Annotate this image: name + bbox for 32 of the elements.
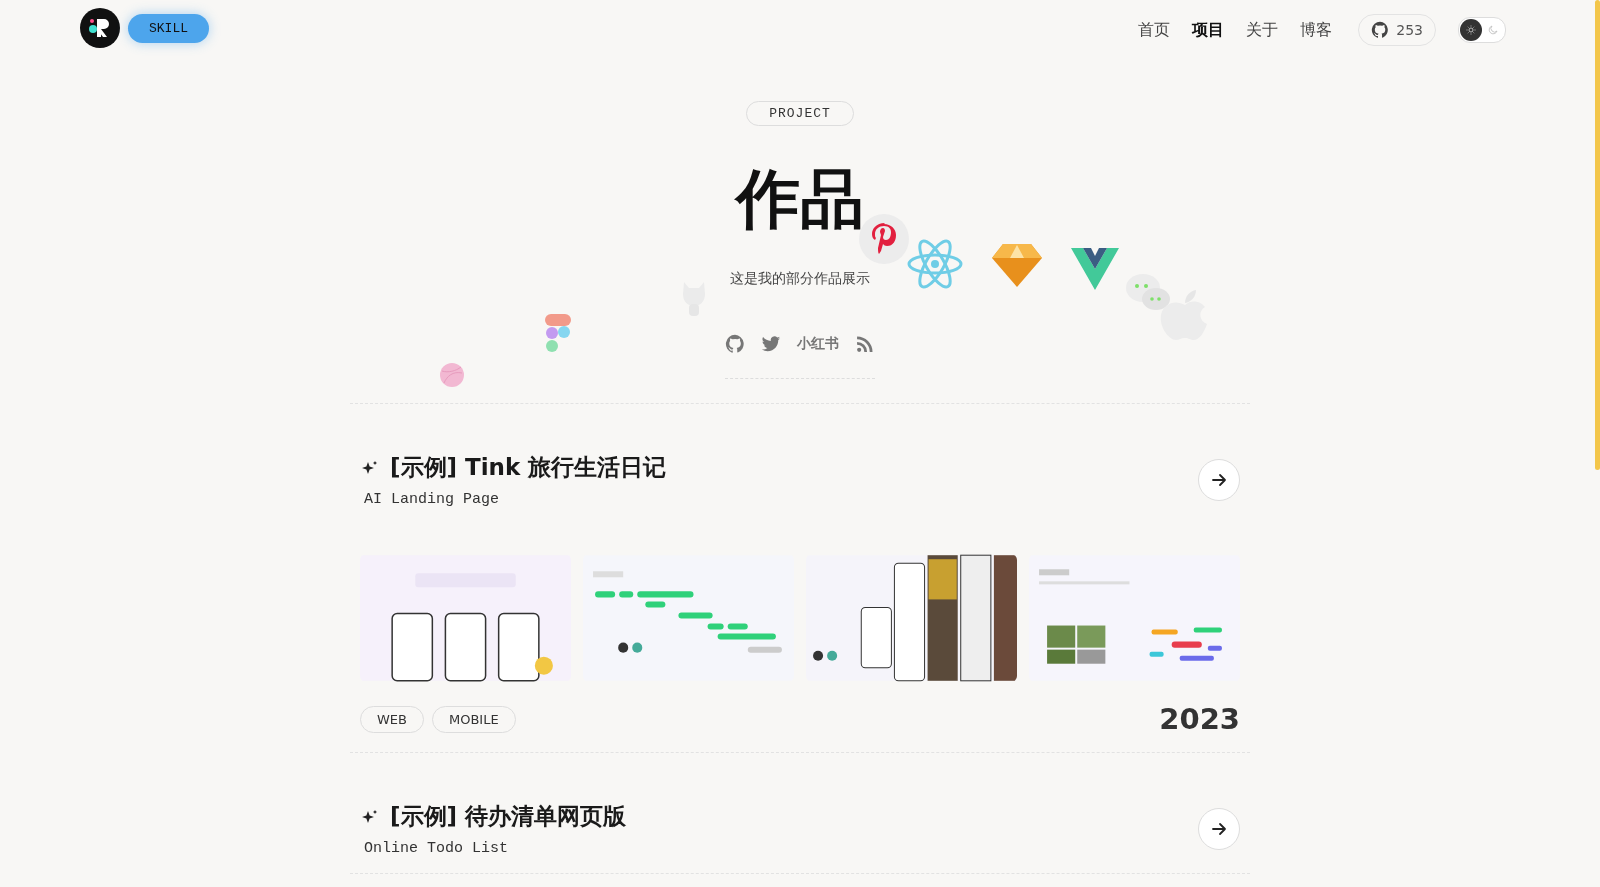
open-project-button[interactable] <box>1198 459 1240 502</box>
nav-link[interactable]: 首页 <box>1138 19 1171 41</box>
diamond-icon <box>991 242 1043 288</box>
rss-icon[interactable] <box>855 334 875 355</box>
sparkle-icon <box>360 459 378 476</box>
v-shape-icon <box>1070 246 1120 292</box>
open-project-button[interactable] <box>1198 808 1240 851</box>
nav-link[interactable]: 关于 <box>1246 19 1279 41</box>
ball-icon <box>439 362 465 388</box>
theme-toggle[interactable] <box>1458 17 1506 43</box>
github-icon <box>1371 21 1390 39</box>
project-title[interactable]: [示例] Tink 旅行生活日记 <box>390 452 667 484</box>
page-title: 作品 <box>736 164 864 235</box>
moon-icon <box>1487 24 1499 36</box>
figma-icon <box>543 313 573 355</box>
logo-icon[interactable] <box>80 8 120 48</box>
page-subtitle: 这是我的部分作品展示 <box>730 270 870 289</box>
project-year: 2023 <box>1159 702 1240 737</box>
project-subtitle: Online Todo List <box>364 840 510 858</box>
scrollbar-thumb[interactable] <box>1595 0 1600 470</box>
atom-icon <box>907 238 963 290</box>
project-subtitle: AI Landing Page <box>364 491 501 509</box>
project-title[interactable]: [示例] 待办清单网页版 <box>390 801 627 833</box>
chat-bubbles-icon <box>1125 272 1171 312</box>
sun-option[interactable] <box>1460 19 1482 41</box>
nav-link[interactable]: 博客 <box>1300 19 1333 41</box>
sparkle-icon <box>360 808 378 825</box>
github-icon[interactable] <box>725 334 745 355</box>
nav-link[interactable]: 项目 <box>1192 19 1225 41</box>
sun-icon <box>1465 24 1477 36</box>
skill-button[interactable]: SKILL <box>128 13 209 43</box>
xiaohongshu-link[interactable]: 小红书 <box>797 335 839 354</box>
